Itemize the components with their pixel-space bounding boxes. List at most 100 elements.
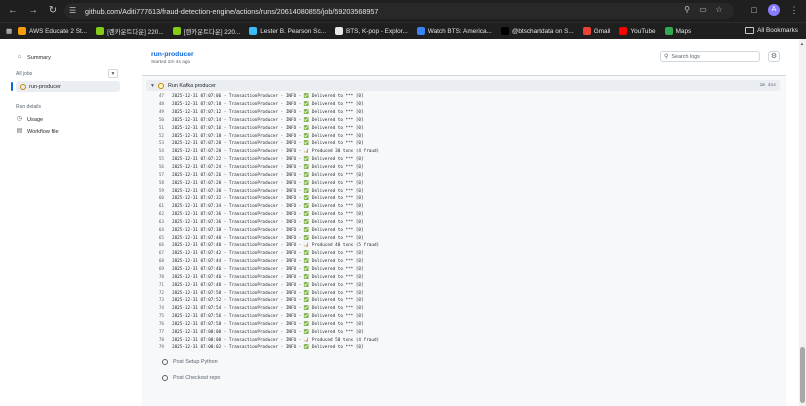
line-number[interactable]: 66 [150, 243, 164, 248]
line-number[interactable]: 70 [150, 275, 164, 280]
browser-toolbar: ← → ↻ ☰ github.com/Aditi777613/fraud-det… [0, 0, 806, 22]
log-line: 59 2025-12-31 07:07:30 - TransactionProdu… [150, 187, 770, 195]
line-number[interactable]: 79 [150, 345, 164, 350]
step-title: Run Kafka producer [167, 82, 216, 89]
extensions-icon[interactable]: □ [748, 5, 760, 15]
line-number[interactable]: 75 [150, 314, 164, 319]
line-number[interactable]: 51 [150, 126, 164, 131]
bookmark-label: Gmail [593, 27, 611, 35]
address-bar[interactable]: ☰ github.com/Aditi777613/fraud-detection… [64, 3, 734, 19]
sidebar-item-workflow-file[interactable]: ▤ Workflow file [16, 126, 122, 137]
site-info-icon[interactable]: ☰ [69, 6, 79, 16]
log-line: 54 2025-12-31 07:07:20 - TransactionProdu… [150, 148, 770, 156]
job-title[interactable]: run-producer [151, 51, 194, 58]
line-number[interactable]: 55 [150, 157, 164, 162]
bookmark-item[interactable]: Lester B. Pearson Sc... [249, 27, 326, 36]
apps-icon[interactable]: ▦ [6, 27, 12, 35]
line-number[interactable]: 72 [150, 291, 164, 296]
log-line: 56 2025-12-31 07:07:24 - TransactionProdu… [150, 164, 770, 172]
line-number[interactable]: 48 [150, 102, 164, 107]
line-number[interactable]: 69 [150, 267, 164, 272]
line-number[interactable]: 65 [150, 236, 164, 241]
log-text: 2025-12-31 07:07:34 - TransactionProduce… [172, 204, 364, 210]
bookmark-item[interactable]: @btschartdata on S... [500, 27, 574, 36]
scroll-up-icon[interactable]: ▲ [800, 41, 804, 46]
log-text: 2025-12-31 07:07:52 - TransactionProduce… [172, 298, 364, 304]
browser-actions: □ A ⋮ [748, 4, 800, 16]
line-number[interactable]: 74 [150, 306, 164, 311]
line-number[interactable]: 47 [150, 94, 164, 99]
line-number[interactable]: 68 [150, 259, 164, 264]
gear-icon[interactable]: ⚙ [768, 51, 780, 62]
line-number[interactable]: 62 [150, 212, 164, 217]
forward-icon[interactable]: → [26, 4, 40, 18]
page-scrollbar[interactable]: ▲ [799, 39, 806, 406]
line-number[interactable]: 54 [150, 149, 164, 154]
line-number[interactable]: 59 [150, 189, 164, 194]
github-page: ⌂ Summary All jobs ▼ run-producer Run de… [0, 39, 806, 406]
line-number[interactable]: 58 [150, 181, 164, 186]
log-line: 70 2025-12-31 07:07:46 - TransactionProdu… [150, 273, 770, 281]
log-text: 2025-12-31 07:07:48 - TransactionProduce… [172, 282, 364, 288]
filter-icon[interactable]: ▼ [108, 69, 118, 78]
bookmark-item[interactable]: Watch BTS: America... [416, 27, 492, 36]
log-text: 2025-12-31 07:07:18 - TransactionProduce… [172, 133, 364, 139]
line-number[interactable]: 60 [150, 196, 164, 201]
log-text: 2025-12-31 07:07:24 - TransactionProduce… [172, 165, 364, 171]
bookmark-item[interactable]: BTS, K-pop - Explor... [334, 27, 408, 36]
line-number[interactable]: 61 [150, 204, 164, 209]
bookmark-label: BTS, K-pop - Explor... [345, 27, 408, 35]
line-number[interactable]: 67 [150, 251, 164, 256]
sidebar-item-usage[interactable]: ◷ Usage [16, 114, 122, 125]
bookmark-item[interactable]: YouTube [619, 27, 656, 36]
line-number[interactable]: 71 [150, 283, 164, 288]
line-number[interactable]: 57 [150, 173, 164, 178]
post-step-setup-python[interactable]: Post Setup Python [162, 359, 218, 365]
sidebar-item-run-producer[interactable]: run-producer [11, 81, 120, 92]
url-text[interactable]: github.com/Aditi777613/fraud-detection-e… [85, 7, 378, 16]
back-icon[interactable]: ← [6, 4, 20, 18]
bookmark-item[interactable]: Gmail [582, 27, 611, 36]
line-number[interactable]: 49 [150, 110, 164, 115]
log-text: 2025-12-31 07:08:00 - TransactionProduce… [172, 337, 380, 343]
log-line: 77 2025-12-31 07:08:00 - TransactionProdu… [150, 328, 770, 336]
bookmark-favicon-icon [249, 27, 258, 35]
line-number[interactable]: 73 [150, 298, 164, 303]
line-number[interactable]: 77 [150, 330, 164, 335]
menu-icon[interactable]: ⋮ [788, 5, 800, 16]
search-logs-input[interactable]: ⚲ Search logs [660, 51, 760, 62]
step-header[interactable]: ▼ Run Kafka producer 1m 41s [146, 80, 780, 91]
line-number[interactable]: 53 [150, 141, 164, 146]
line-number[interactable]: 63 [150, 220, 164, 225]
line-number[interactable]: 56 [150, 165, 164, 170]
bookmark-item[interactable]: Maps [664, 27, 692, 36]
bookmark-star-icon[interactable]: ☆ [714, 5, 724, 15]
log-line: 52 2025-12-31 07:07:18 - TransactionProdu… [150, 132, 770, 140]
log-text: 2025-12-31 07:08:00 - TransactionProduce… [172, 329, 364, 335]
log-line: 48 2025-12-31 07:07:10 - TransactionProdu… [150, 101, 770, 109]
all-bookmarks[interactable]: All Bookmarks [745, 27, 798, 34]
bookmark-favicon-icon [500, 27, 509, 35]
bookmark-favicon-icon [96, 27, 105, 35]
line-number[interactable]: 64 [150, 228, 164, 233]
line-number[interactable]: 52 [150, 134, 164, 139]
bookmark-item[interactable]: [랜카운트다운] 220... [96, 27, 164, 36]
log-line: 79 2025-12-31 07:08:02 - TransactionProdu… [150, 344, 770, 352]
cast-icon[interactable]: ▭ [698, 5, 708, 15]
log-text: 2025-12-31 07:07:38 - TransactionProduce… [172, 227, 364, 233]
line-number[interactable]: 50 [150, 118, 164, 123]
bookmark-item[interactable]: [랜카운트다운] 220... [172, 27, 240, 36]
line-number[interactable]: 78 [150, 338, 164, 343]
line-number[interactable]: 76 [150, 322, 164, 327]
zoom-icon[interactable]: ⚲ [682, 5, 692, 15]
bookmark-favicon-icon [334, 27, 343, 35]
profile-avatar[interactable]: A [768, 4, 780, 16]
bookmarks-bar: ▦ AWS Educate 2 St... [랜카운트다운] 220... [랜카운… [0, 22, 806, 39]
reload-icon[interactable]: ↻ [46, 4, 60, 18]
log-text: 2025-12-31 07:07:28 - TransactionProduce… [172, 180, 364, 186]
bookmark-label: Maps [675, 27, 692, 35]
scrollbar-thumb[interactable] [800, 347, 805, 403]
bookmark-item[interactable]: AWS Educate 2 St... [18, 27, 87, 36]
sidebar-item-summary[interactable]: ⌂ Summary [16, 52, 122, 63]
post-step-checkout-repo[interactable]: Post Checkout repo [162, 375, 220, 381]
